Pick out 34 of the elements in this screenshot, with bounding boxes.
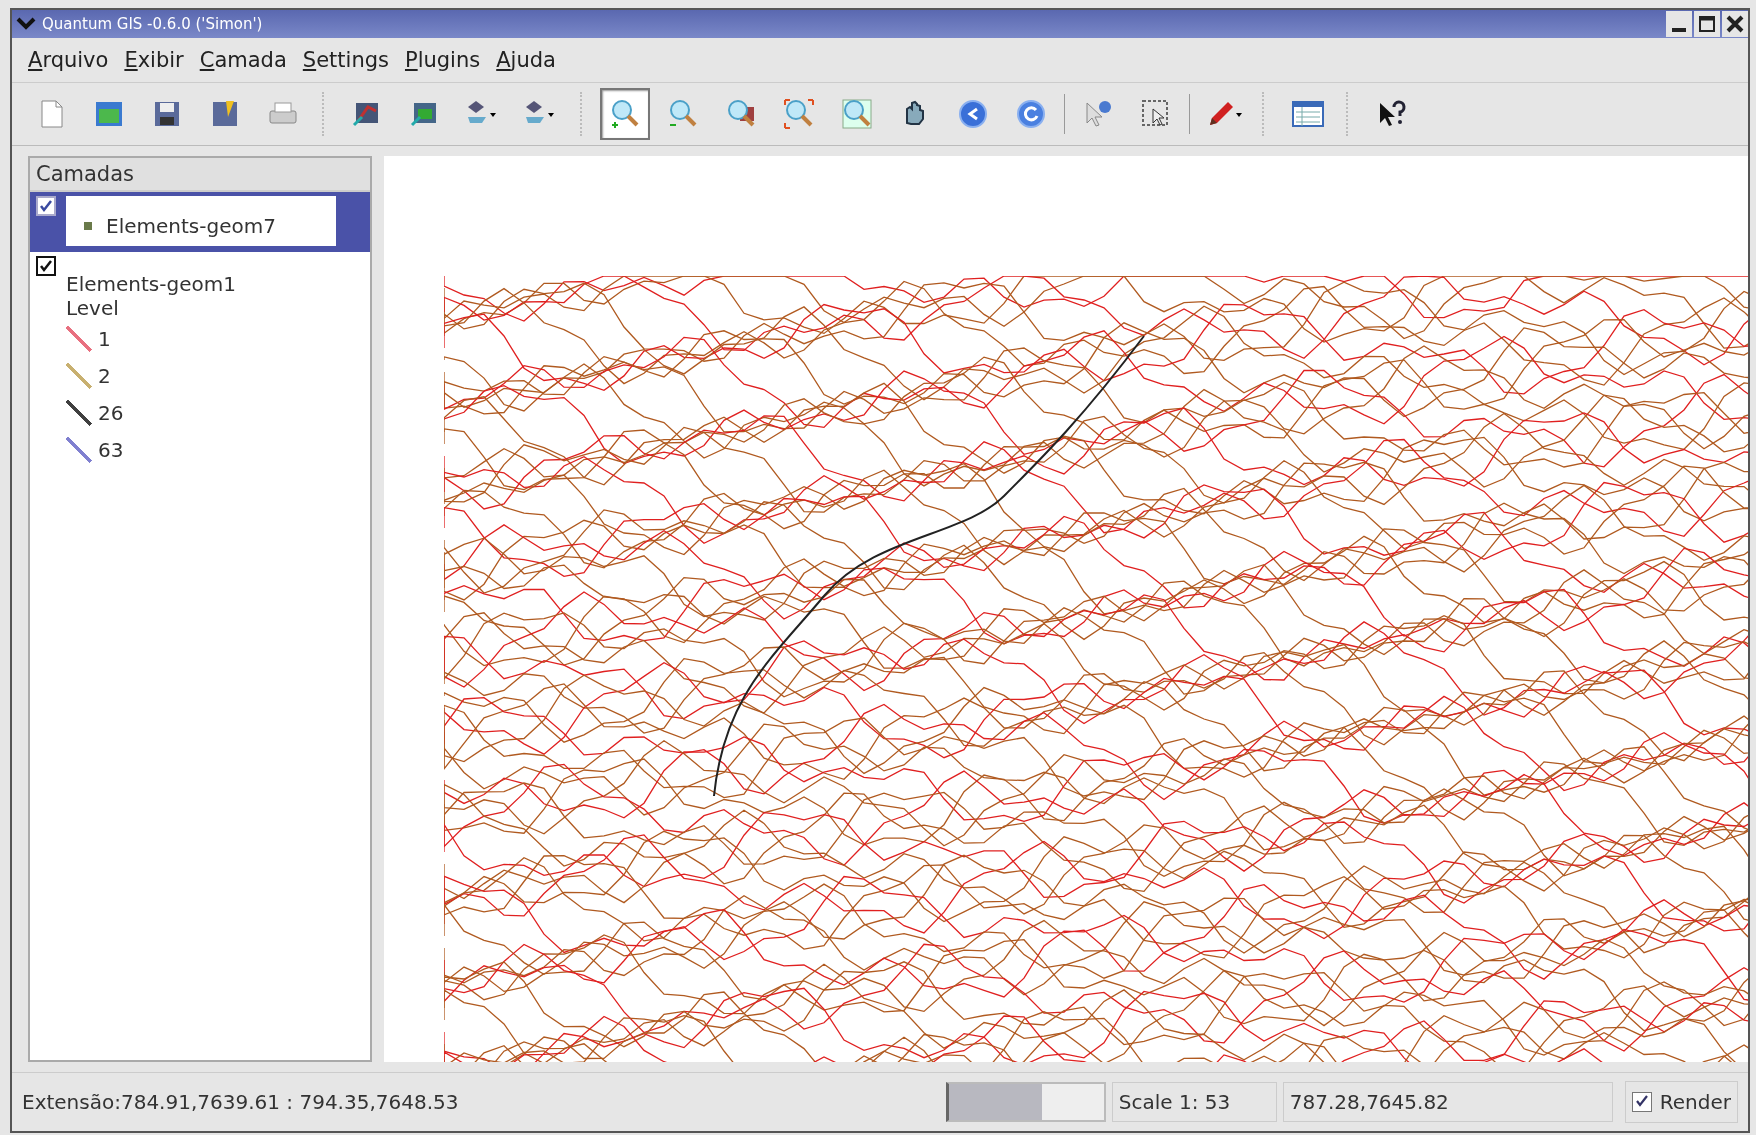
minimize-icon	[1672, 28, 1686, 32]
menu-item[interactable]: Exibir	[118, 46, 190, 74]
classification-field: Level	[66, 296, 119, 320]
layer-checkbox[interactable]	[36, 196, 56, 216]
class-label: 2	[98, 363, 111, 388]
zoom-in-button[interactable]	[600, 88, 650, 140]
close-button[interactable]	[1722, 11, 1748, 37]
layer-name: Elements-geom7	[106, 214, 276, 238]
panel-header: Camadas	[30, 158, 370, 192]
scale-text: Scale 1: 53	[1111, 1082, 1277, 1122]
point-symbol-icon	[84, 222, 92, 230]
layer-item[interactable]: Elements-geom1 Level 1 2 26 63	[30, 252, 370, 474]
coordinates-text: 787.28,7645.82	[1282, 1082, 1613, 1122]
minimize-button[interactable]	[1666, 11, 1692, 37]
layer-name: Elements-geom1	[66, 272, 237, 296]
menu-item[interactable]: Ajuda	[490, 46, 562, 74]
refresh-icon	[1014, 97, 1048, 131]
extent-text: Extensão:784.91,7639.61 : 794.35,7648.53	[22, 1090, 460, 1114]
maximize-button[interactable]	[1694, 11, 1720, 37]
zoom-layer-icon	[840, 97, 874, 131]
window-title: Quantum GIS -0.6.0 ('Simon')	[42, 15, 264, 33]
layer-item[interactable]: Elements-geom7	[30, 192, 370, 252]
menu-item[interactable]: Camada	[193, 46, 293, 74]
class-label: 26	[98, 400, 124, 425]
window-menu-icon[interactable]	[16, 17, 36, 31]
class-label: 1	[98, 326, 111, 351]
class-label: 63	[98, 437, 124, 462]
layer-checkbox[interactable]	[36, 256, 56, 276]
menu-item[interactable]: Arquivo	[22, 46, 115, 74]
zoom-selection-icon	[782, 97, 816, 131]
menu-item[interactable]: Plugins	[398, 46, 487, 74]
menu-item[interactable]: Settings	[296, 46, 395, 74]
checkmark-icon	[1633, 1093, 1650, 1109]
render-checkbox[interactable]: Render	[1624, 1081, 1738, 1123]
